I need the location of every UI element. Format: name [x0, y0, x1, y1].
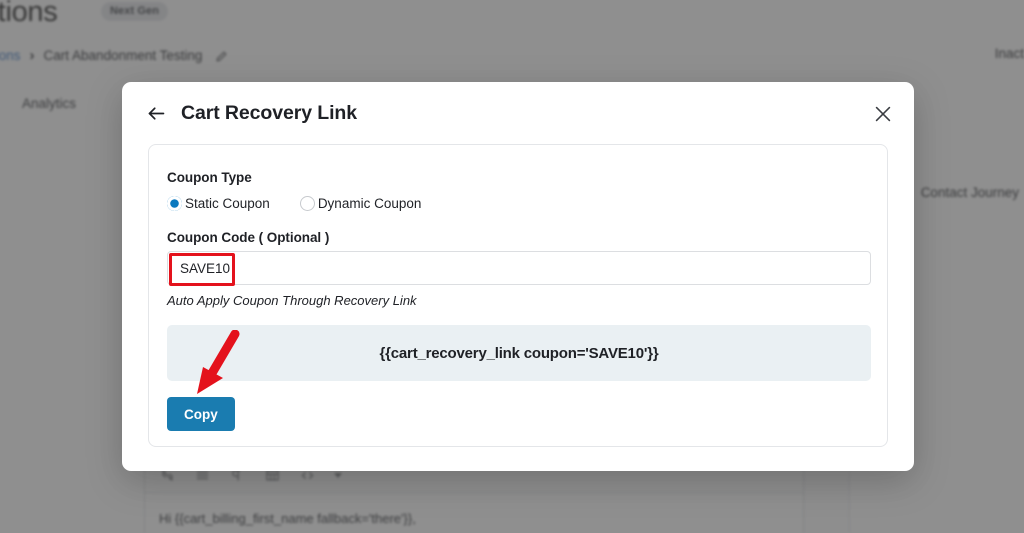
- radio-static-coupon[interactable]: Static Coupon: [167, 196, 270, 211]
- close-icon[interactable]: [872, 103, 894, 125]
- copy-button[interactable]: Copy: [167, 397, 235, 431]
- coupon-settings-card: Coupon Type Static Coupon Dynamic Coupon…: [148, 144, 888, 447]
- radio-dynamic-coupon-label: Dynamic Coupon: [317, 196, 422, 211]
- coupon-code-label: Coupon Code ( Optional ): [167, 230, 330, 245]
- coupon-code-input[interactable]: [167, 251, 871, 285]
- modal-header: Cart Recovery Link: [122, 82, 914, 144]
- screenshot-root: mations Next Gen tions › Cart Abandonmen…: [0, 0, 1024, 533]
- merge-tag-display: {{cart_recovery_link coupon='SAVE10'}}: [167, 325, 871, 381]
- back-arrow-icon[interactable]: [146, 103, 167, 124]
- coupon-type-radio-group: Static Coupon Dynamic Coupon: [167, 196, 421, 211]
- radio-static-coupon-label: Static Coupon: [185, 196, 270, 211]
- modal-title: Cart Recovery Link: [181, 101, 357, 124]
- cart-recovery-link-modal: Cart Recovery Link Coupon Type Static Co…: [122, 82, 914, 471]
- radio-unselected-icon: [299, 196, 315, 211]
- merge-tag-text: {{cart_recovery_link coupon='SAVE10'}}: [379, 344, 659, 362]
- radio-dynamic-coupon[interactable]: Dynamic Coupon: [299, 196, 422, 211]
- coupon-type-label: Coupon Type: [167, 170, 252, 185]
- radio-selected-icon: [167, 196, 182, 211]
- coupon-code-helper-text: Auto Apply Coupon Through Recovery Link: [167, 293, 417, 308]
